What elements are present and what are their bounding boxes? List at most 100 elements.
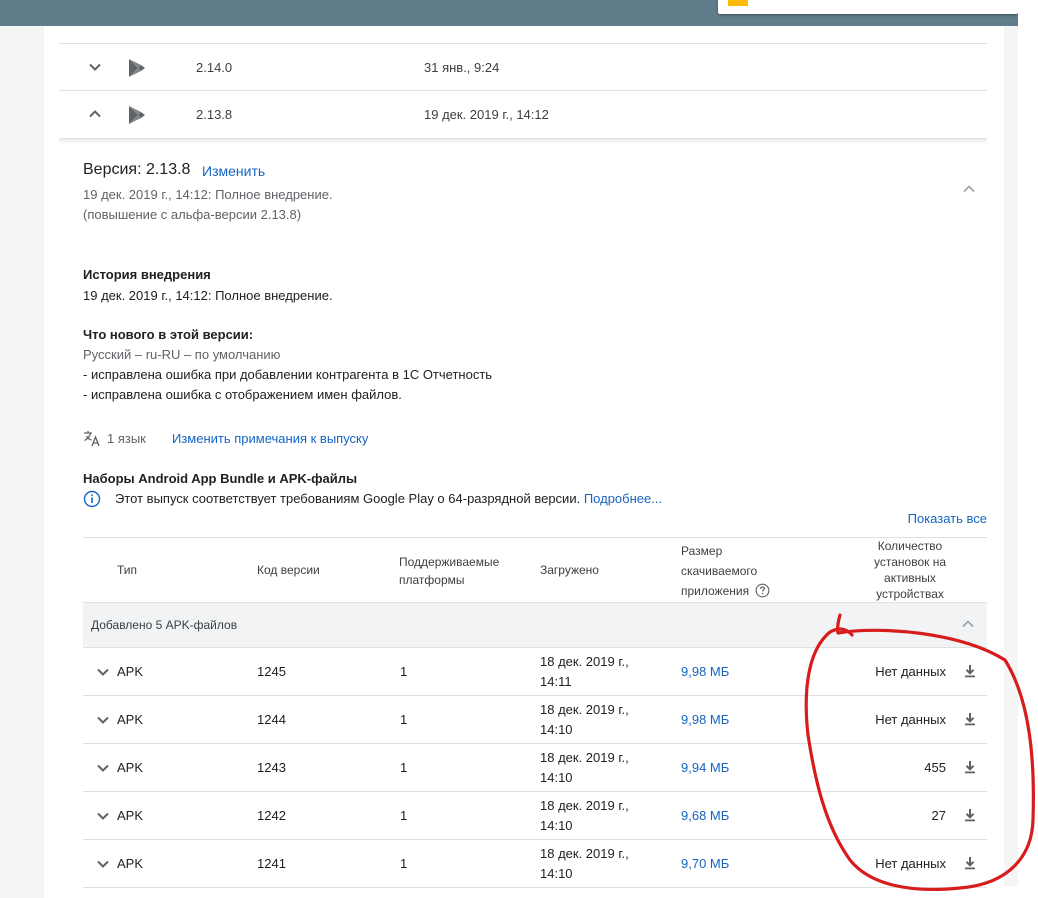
header-line: активных [884, 571, 936, 585]
apk-type: APK [117, 808, 144, 823]
info-icon [83, 490, 101, 508]
header-line: Количество [877, 539, 943, 553]
apk-type: APK [117, 712, 144, 727]
apk-type: APK [117, 760, 144, 775]
column-header-uploaded: Загружено [540, 563, 599, 577]
promotion-note: (повышение с альфа-версии 2.13.8) [83, 207, 302, 222]
chevron-down-icon[interactable] [95, 712, 111, 728]
active-installs: 455 [924, 760, 946, 775]
left-gutter [0, 26, 44, 898]
whats-new-item: - исправлена ошибка при добавлении контр… [83, 367, 493, 382]
upload-time-line: 14:10 [540, 770, 573, 785]
column-header-version-code: Код версии [257, 563, 320, 577]
version-code: 1244 [257, 712, 286, 727]
active-installs: Нет данных [875, 712, 946, 727]
chevron-down-icon[interactable] [87, 59, 103, 75]
translate-icon [84, 431, 100, 447]
learn-more-link[interactable]: Подробнее... [584, 491, 662, 506]
upload-date-line: 18 дек. 2019 г., [540, 750, 629, 765]
header-line: скачиваемого [681, 564, 758, 578]
release-version: 2.13.8 [196, 107, 233, 122]
upload-time-line: 14:10 [540, 722, 573, 737]
chevron-down-icon[interactable] [95, 664, 111, 680]
header-line: приложения [681, 584, 750, 598]
right-edge [1018, 0, 1038, 898]
upload-date-line: 18 дек. 2019 г., [540, 846, 629, 861]
version-title: Версия: 2.13.8 [83, 161, 191, 178]
upload-date-line: 18 дек. 2019 г., [540, 654, 629, 669]
download-size-link[interactable]: 9,68 МБ [681, 808, 729, 823]
release-row[interactable]: 2.13.8 19 дек. 2019 г., 14:12 [59, 91, 987, 139]
rollout-summary: 19 дек. 2019 г., 14:12: Полное внедрение… [83, 187, 333, 202]
edit-release-notes-link[interactable]: Изменить примечания к выпуску [172, 431, 368, 446]
whats-new-item: - исправлена ошибка с отображением имен … [83, 387, 402, 402]
platform-count: 1 [400, 760, 408, 775]
active-installs: Нет данных [875, 856, 946, 871]
download-icon[interactable] [963, 856, 977, 870]
history-text: 19 дек. 2019 г., 14:12: Полное внедрение… [83, 288, 333, 303]
language-count: 1 язык [107, 431, 146, 446]
table-row[interactable]: APK 1241 1 18 дек. 2019 г., 14:10 9,70 МБ… [83, 840, 987, 888]
table-row[interactable]: APK 1243 1 18 дек. 2019 г., 14:10 9,94 МБ… [83, 744, 987, 792]
chevron-down-icon[interactable] [95, 808, 111, 824]
release-version: 2.14.0 [196, 60, 233, 75]
table-row[interactable]: APK 1242 1 18 дек. 2019 г., 14:10 9,68 МБ… [83, 792, 987, 840]
apk-group-label: Добавлено 5 APK-файлов [91, 618, 238, 632]
release-detail-panel: Версия: 2.13.8 Изменить 19 дек. 2019 г.,… [59, 139, 987, 888]
download-size-link[interactable]: 9,98 МБ [681, 712, 729, 727]
chevron-up-icon[interactable] [87, 106, 103, 122]
help-icon[interactable] [755, 583, 770, 598]
upload-date-line: 18 дек. 2019 г., [540, 702, 629, 717]
chevron-up-icon[interactable] [960, 616, 976, 632]
whats-new-heading: Что нового в этой версии: [83, 327, 254, 342]
download-size-link[interactable]: 9,98 МБ [681, 664, 729, 679]
header-line: Размер [681, 544, 723, 558]
release-row[interactable]: 2.14.0 31 янв., 9:24 [59, 43, 987, 91]
platform-count: 1 [400, 856, 408, 871]
platform-count: 1 [400, 808, 408, 823]
release-date: 31 янв., 9:24 [424, 60, 500, 75]
table-row[interactable]: APK 1245 1 18 дек. 2019 г., 14:11 9,98 МБ… [83, 648, 987, 696]
chevron-up-icon[interactable] [961, 181, 977, 197]
download-size-link[interactable]: 9,94 МБ [681, 760, 729, 775]
active-installs: Нет данных [875, 664, 946, 679]
upload-time-line: 14:10 [540, 818, 573, 833]
upload-date: 18 дек. 2019 г., 14:10 [540, 844, 629, 884]
history-heading: История внедрения [83, 267, 211, 282]
release-date: 19 дек. 2019 г., 14:12 [424, 107, 549, 122]
column-header-platforms: Поддерживаемые платформы [399, 553, 499, 589]
version-code: 1243 [257, 760, 286, 775]
bundles-heading: Наборы Android App Bundle и APK-файлы [83, 471, 358, 486]
upload-date: 18 дек. 2019 г., 14:10 [540, 796, 629, 836]
platform-count: 1 [400, 712, 408, 727]
apk-type: APK [117, 856, 144, 871]
table-row[interactable]: APK 1244 1 18 дек. 2019 г., 14:10 9,98 МБ… [83, 696, 987, 744]
column-header-download-size: Размер скачиваемого приложения [681, 541, 770, 601]
header-line: Поддерживаемые [399, 555, 500, 569]
edit-version-link[interactable]: Изменить [202, 163, 265, 179]
top-popup [718, 0, 1018, 14]
upload-date: 18 дек. 2019 г., 14:10 [540, 700, 629, 740]
download-icon[interactable] [963, 760, 977, 774]
active-installs: 27 [931, 808, 946, 823]
download-icon[interactable] [963, 664, 977, 678]
upload-date: 18 дек. 2019 г., 14:10 [540, 748, 629, 788]
upload-time-line: 14:11 [540, 674, 572, 689]
compliance-notice: Этот выпуск соответствует требованиям Go… [115, 491, 662, 506]
popup-accent [728, 0, 748, 6]
upload-time-line: 14:10 [540, 866, 573, 881]
chevron-down-icon[interactable] [95, 760, 111, 776]
apk-group-row[interactable]: Добавлено 5 APK-файлов [83, 603, 987, 648]
show-all-link[interactable]: Показать все [908, 511, 987, 526]
google-play-icon [129, 59, 145, 77]
download-size-link[interactable]: 9,70 МБ [681, 856, 729, 871]
compliance-text: Этот выпуск соответствует требованиям Go… [115, 491, 581, 506]
download-icon[interactable] [963, 808, 977, 822]
whats-new-language: Русский – ru-RU – по умолчанию [83, 347, 281, 362]
header-line: платформы [399, 573, 465, 587]
column-header-installs: Количество установок на активных устройства… [874, 538, 946, 602]
chevron-down-icon[interactable] [95, 856, 111, 872]
header-line: устройствах [876, 587, 944, 601]
download-icon[interactable] [963, 712, 977, 726]
version-code: 1241 [257, 856, 286, 871]
